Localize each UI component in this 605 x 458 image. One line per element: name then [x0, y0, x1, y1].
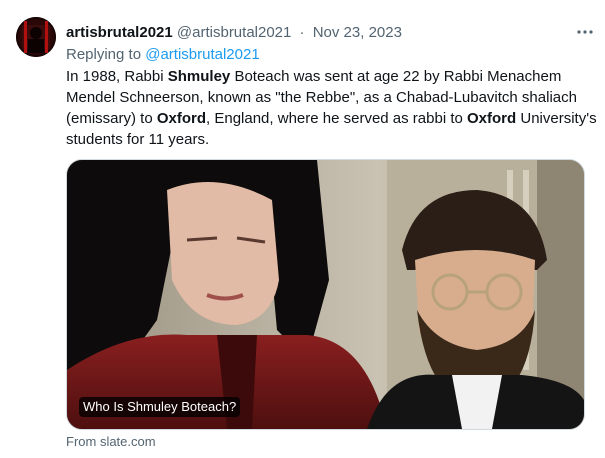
text-bold-segment: Oxford: [467, 110, 517, 127]
tweet: artisbrutal2021 @artisbrutal2021 · Nov 2…: [0, 0, 605, 458]
tweet-header: artisbrutal2021 @artisbrutal2021 · Nov 2…: [66, 23, 589, 43]
text-bold-segment: Shmuley: [167, 68, 231, 85]
replying-to: Replying to @artisbrutal2021: [66, 45, 260, 65]
tweet-date[interactable]: Nov 23, 2023: [313, 24, 402, 41]
more-dots-icon[interactable]: [573, 22, 597, 42]
user-handle[interactable]: @artisbrutal2021: [177, 24, 291, 41]
tweet-text: In 1988, Rabbi Shmuley Boteach was sent …: [66, 66, 598, 150]
replying-prefix: Replying to: [66, 46, 142, 63]
link-card[interactable]: Who Is Shmuley Boteach?: [66, 159, 585, 430]
replying-handle-link[interactable]: @artisbrutal2021: [145, 46, 259, 63]
card-title: Who Is Shmuley Boteach?: [79, 397, 241, 417]
text-bold-segment: Oxford: [156, 110, 207, 127]
card-source[interactable]: From slate.com: [66, 434, 156, 450]
avatar[interactable]: [16, 17, 56, 57]
card-image: [67, 160, 584, 429]
text-segment: , England, where he served as rabbi to: [206, 110, 468, 127]
separator-dot: ·: [299, 24, 305, 41]
display-name[interactable]: artisbrutal2021: [66, 24, 173, 41]
text-segment: In 1988, Rabbi: [66, 68, 168, 85]
